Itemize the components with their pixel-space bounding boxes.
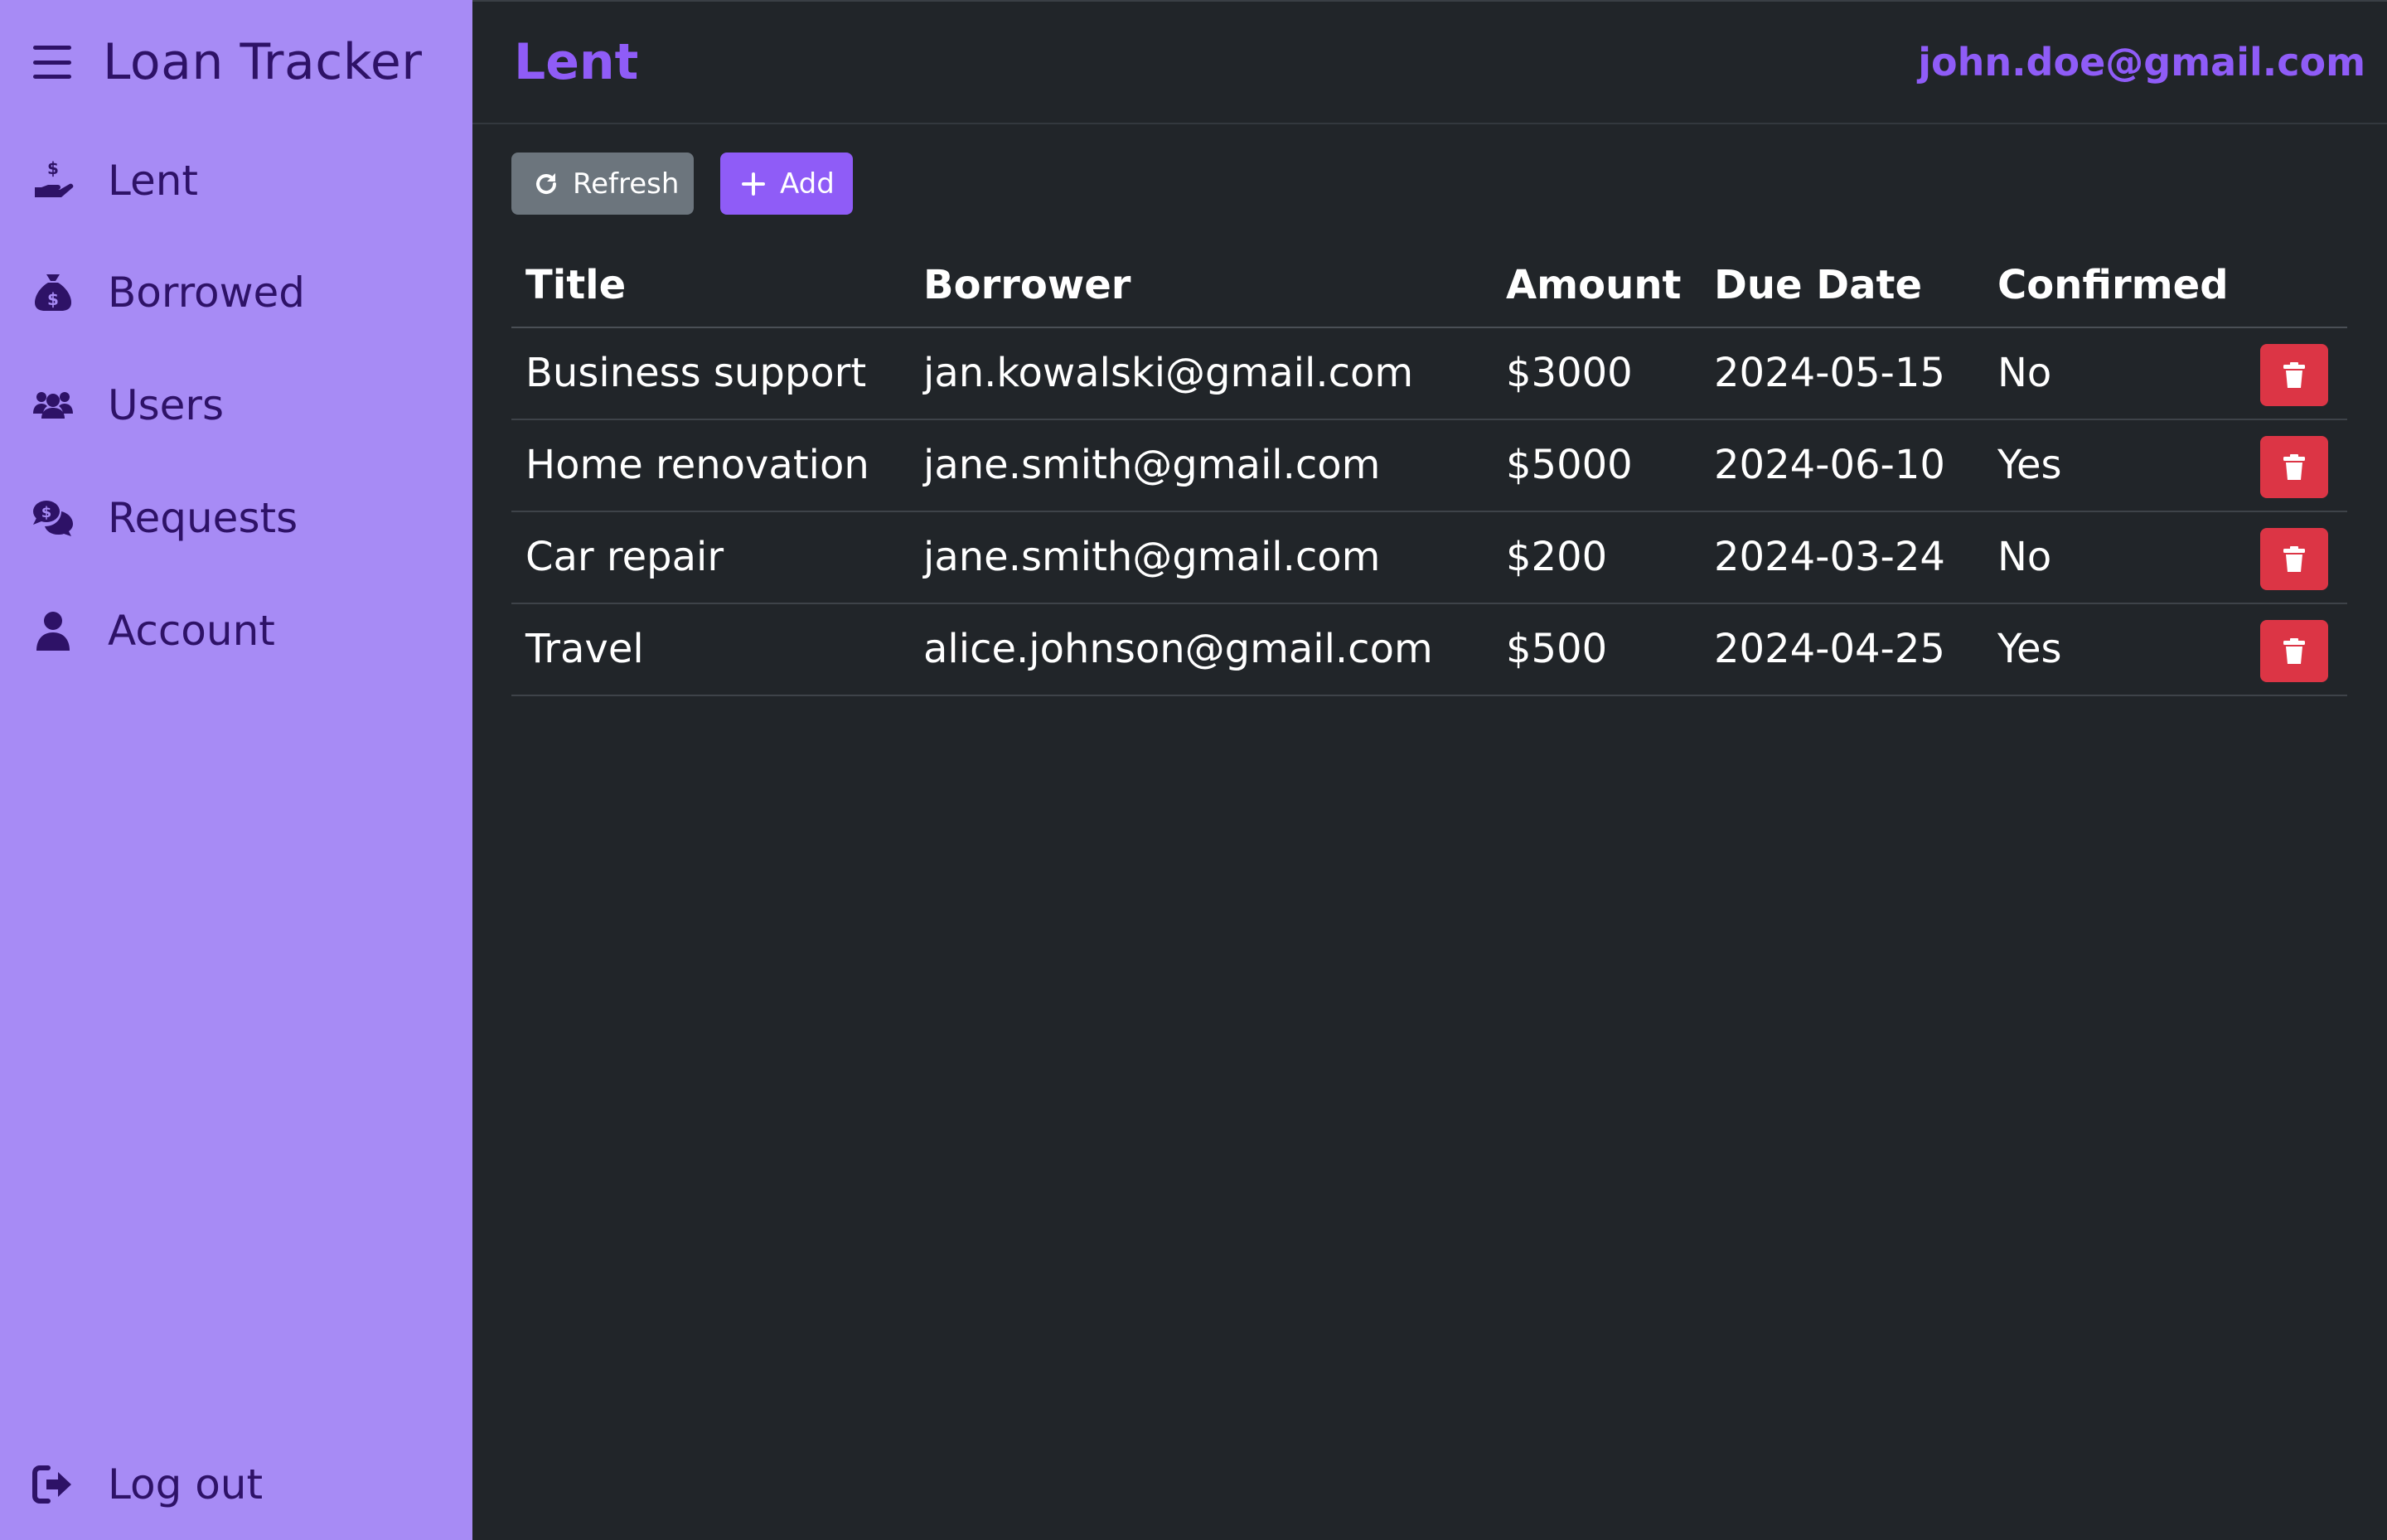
sidebar: Loan Tracker $ Lent $ Borrowed Users $ R…	[0, 0, 472, 1540]
cell-title: Home renovation	[525, 442, 869, 488]
users-icon	[31, 384, 75, 427]
comments-dollar-icon: $	[31, 496, 75, 540]
refresh-label: Refresh	[573, 167, 680, 201]
trash-icon	[2283, 545, 2305, 572]
user-email[interactable]: john.doe@gmail.com	[1918, 40, 2365, 85]
sign-out-icon	[31, 1463, 75, 1506]
sidebar-item-account[interactable]: Account	[31, 602, 275, 660]
cell-borrower: jane.smith@gmail.com	[923, 442, 1381, 488]
svg-text:$: $	[41, 504, 52, 521]
cell-amount: $5000	[1506, 442, 1633, 488]
cell-title: Travel	[525, 626, 644, 672]
column-header-due-date[interactable]: Due Date	[1714, 262, 1922, 308]
cell-title: Car repair	[525, 534, 724, 580]
column-header-amount[interactable]: Amount	[1506, 262, 1681, 308]
top-header: Lent john.doe@gmail.com	[472, 0, 2387, 124]
refresh-icon	[533, 171, 559, 197]
cell-confirmed: No	[1997, 350, 2052, 396]
hamburger-menu-icon[interactable]	[33, 46, 71, 79]
user-icon	[31, 609, 75, 652]
cell-confirmed: No	[1997, 534, 2052, 580]
add-label: Add	[780, 167, 835, 201]
sidebar-item-users[interactable]: Users	[31, 376, 224, 434]
cell-due-date: 2024-05-15	[1714, 350, 1945, 396]
table-header-row: Title Borrower Amount Due Date Confirmed	[511, 249, 2347, 328]
refresh-button[interactable]: Refresh	[511, 153, 694, 215]
trash-icon	[2283, 361, 2305, 388]
svg-text:$: $	[47, 289, 59, 309]
cell-confirmed: Yes	[1997, 626, 2062, 672]
cell-due-date: 2024-04-25	[1714, 626, 1945, 672]
page-title: Lent	[514, 33, 639, 91]
sidebar-item-borrowed[interactable]: $ Borrowed	[31, 264, 305, 322]
cell-borrower: jan.kowalski@gmail.com	[923, 350, 1414, 396]
hand-holding-dollar-icon: $	[31, 159, 75, 202]
delete-button[interactable]	[2260, 344, 2328, 406]
sidebar-item-label: Requests	[108, 494, 298, 542]
cell-confirmed: Yes	[1997, 442, 2062, 488]
svg-text:$: $	[47, 159, 59, 178]
cell-title: Business support	[525, 350, 867, 396]
sidebar-item-label: Lent	[108, 157, 199, 205]
sidebar-item-lent[interactable]: $ Lent	[31, 152, 198, 210]
cell-due-date: 2024-03-24	[1714, 534, 1945, 580]
sidebar-item-label: Borrowed	[108, 269, 306, 317]
cell-amount: $500	[1506, 626, 1608, 672]
trash-icon	[2283, 637, 2305, 664]
delete-button[interactable]	[2260, 436, 2328, 498]
cell-due-date: 2024-06-10	[1714, 442, 1945, 488]
table-row: Home renovation jane.smith@gmail.com $50…	[511, 420, 2347, 512]
table-row: Car repair jane.smith@gmail.com $200 202…	[511, 512, 2347, 604]
cell-borrower: alice.johnson@gmail.com	[923, 626, 1433, 672]
cell-borrower: jane.smith@gmail.com	[923, 534, 1381, 580]
brand: Loan Tracker	[33, 30, 422, 94]
column-header-confirmed[interactable]: Confirmed	[1997, 262, 2229, 308]
delete-button[interactable]	[2260, 528, 2328, 590]
sidebar-item-label: Users	[108, 381, 225, 429]
trash-icon	[2283, 453, 2305, 480]
logout-label: Log out	[108, 1460, 264, 1509]
cell-amount: $3000	[1506, 350, 1633, 396]
column-header-title[interactable]: Title	[525, 262, 626, 308]
delete-button[interactable]	[2260, 620, 2328, 682]
add-button[interactable]: Add	[720, 153, 853, 215]
sidebar-item-requests[interactable]: $ Requests	[31, 489, 298, 547]
logout-button[interactable]: Log out	[31, 1455, 263, 1513]
lent-table: Title Borrower Amount Due Date Confirmed…	[511, 249, 2347, 696]
plus-icon	[740, 171, 767, 197]
cell-amount: $200	[1506, 534, 1608, 580]
table-row: Travel alice.johnson@gmail.com $500 2024…	[511, 604, 2347, 696]
app-title: Loan Tracker	[103, 33, 423, 91]
column-header-borrower[interactable]: Borrower	[923, 262, 1131, 308]
money-bag-icon: $	[31, 271, 75, 314]
sidebar-item-label: Account	[108, 607, 275, 655]
table-row: Business support jan.kowalski@gmail.com …	[511, 328, 2347, 420]
